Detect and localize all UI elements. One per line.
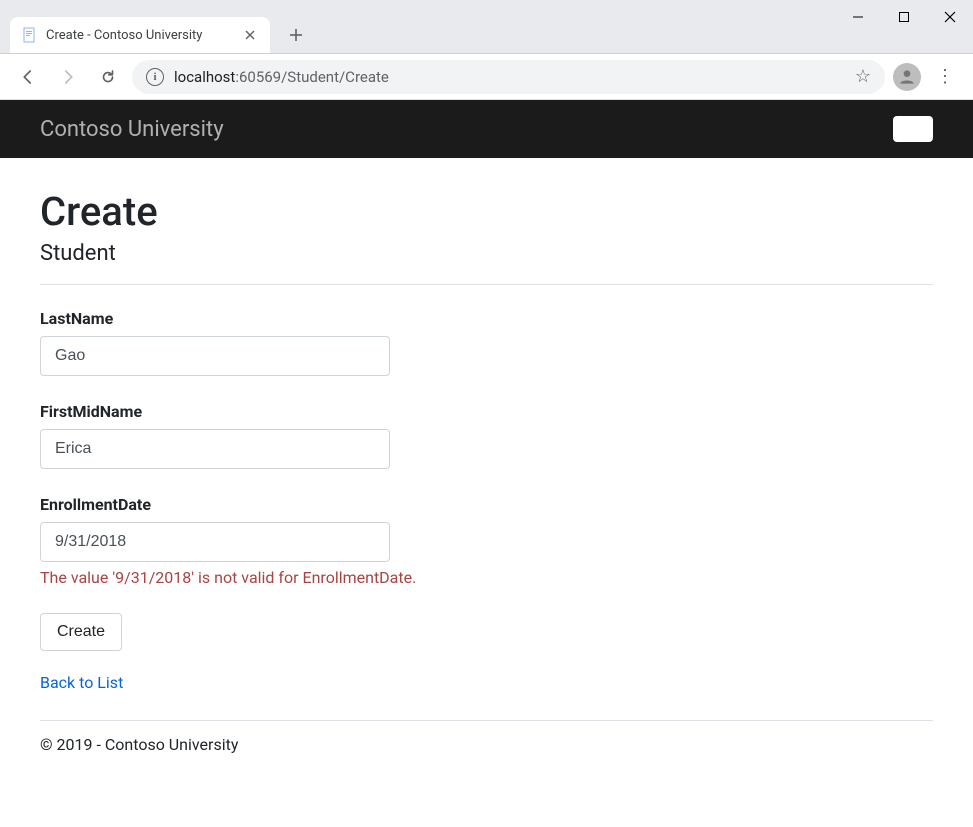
brand-link[interactable]: Contoso University (40, 117, 224, 142)
tab-close-icon[interactable] (242, 27, 258, 43)
url-path: :60569/Student/Create (235, 68, 389, 86)
lastname-input[interactable] (40, 336, 390, 376)
reload-button[interactable] (92, 61, 124, 93)
tab-strip: Create - Contoso University (0, 0, 310, 53)
new-tab-button[interactable] (282, 21, 310, 49)
window-titlebar: Create - Contoso University (0, 0, 973, 54)
lastname-label: LastName (40, 309, 933, 328)
form-group-enrollmentdate: EnrollmentDate The value '9/31/2018' is … (40, 495, 933, 587)
url-text: localhost:60569/Student/Create (174, 68, 845, 86)
back-to-list-link[interactable]: Back to List (40, 673, 123, 692)
browser-tab[interactable]: Create - Contoso University (10, 17, 270, 53)
profile-avatar-icon[interactable] (893, 63, 921, 91)
footer-divider (40, 720, 933, 721)
window-close-button[interactable] (927, 0, 973, 34)
address-bar[interactable]: i localhost:60569/Student/Create ☆ (132, 60, 885, 94)
main-content: Create Student LastName FirstMidName Enr… (0, 158, 973, 784)
footer-text: © 2019 - Contoso University (40, 735, 933, 754)
window-maximize-button[interactable] (881, 0, 927, 34)
firstmidname-input[interactable] (40, 429, 390, 469)
app-navbar: Contoso University (0, 100, 973, 158)
enrollmentdate-error: The value '9/31/2018' is not valid for E… (40, 568, 933, 587)
tab-title: Create - Contoso University (46, 28, 234, 43)
window-minimize-button[interactable] (835, 0, 881, 34)
back-button[interactable] (12, 61, 44, 93)
enrollmentdate-input[interactable] (40, 522, 390, 562)
site-info-icon[interactable]: i (146, 68, 164, 86)
bookmark-star-icon[interactable]: ☆ (855, 66, 871, 87)
url-host: localhost (174, 68, 235, 86)
nav-toggle-button[interactable] (893, 116, 933, 142)
forward-button[interactable] (52, 61, 84, 93)
page-subtitle: Student (40, 241, 933, 266)
divider (40, 284, 933, 285)
browser-toolbar: i localhost:60569/Student/Create ☆ ⋮ (0, 54, 973, 100)
window-controls (835, 0, 973, 34)
enrollmentdate-label: EnrollmentDate (40, 495, 933, 514)
tab-favicon-icon (22, 27, 38, 43)
firstmidname-label: FirstMidName (40, 402, 933, 421)
create-button[interactable]: Create (40, 613, 122, 651)
page-title: Create (40, 188, 933, 235)
browser-menu-button[interactable]: ⋮ (929, 61, 961, 93)
form-group-lastname: LastName (40, 309, 933, 376)
form-group-firstmidname: FirstMidName (40, 402, 933, 469)
